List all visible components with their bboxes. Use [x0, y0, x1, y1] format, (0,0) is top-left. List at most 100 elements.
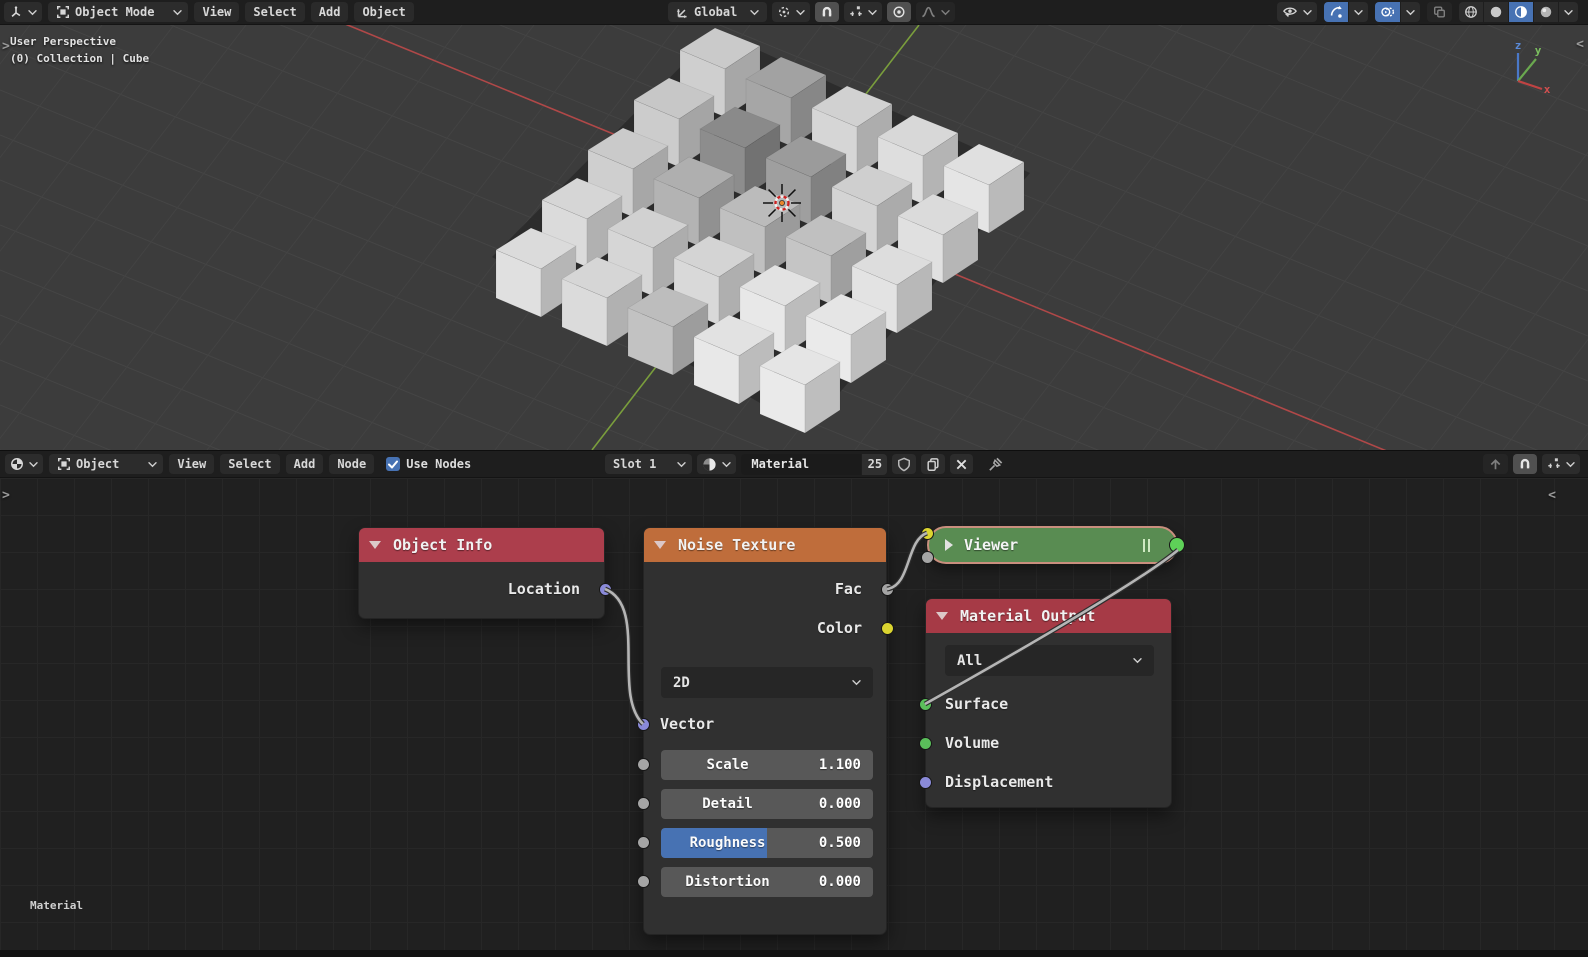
pivot-point-dropdown[interactable]	[772, 2, 811, 22]
y-axis-label: y	[1535, 44, 1542, 57]
copy-icon	[926, 457, 940, 472]
menu-select[interactable]: Select	[220, 454, 280, 474]
orientation-axes-icon	[676, 8, 687, 18]
socket-viewer-output[interactable]	[1169, 537, 1185, 553]
duplicate-material-button[interactable]	[921, 454, 946, 474]
collapse-triangle-icon[interactable]	[369, 541, 381, 549]
gizmos-toggle[interactable]	[1324, 2, 1348, 22]
socket-detail-input[interactable]	[637, 797, 650, 810]
node-material-output-header[interactable]: Material Output	[926, 599, 1171, 633]
socket-scale-input[interactable]	[637, 758, 650, 771]
chevron-down-icon	[677, 461, 687, 467]
node-noise-texture-header[interactable]: Noise Texture	[644, 528, 886, 562]
node-noise-texture[interactable]: Noise Texture Fac Color 2D Vector Scale …	[637, 527, 894, 935]
unlink-material-button[interactable]	[950, 454, 974, 474]
editor-type-button[interactable]	[4, 2, 42, 22]
shading-dropdown[interactable]	[1559, 2, 1578, 22]
overlays-dropdown[interactable]	[1401, 2, 1420, 22]
use-nodes-checkbox[interactable]	[386, 457, 401, 471]
node-material-output[interactable]: Material Output All Surface Volume Displ…	[919, 598, 1172, 808]
proportional-edit-toggle[interactable]	[887, 2, 912, 22]
material-name-field[interactable]: Material	[741, 453, 862, 475]
visibility-dropdown[interactable]	[1277, 2, 1317, 22]
menu-view[interactable]: View	[169, 454, 215, 474]
fake-user-button[interactable]	[892, 454, 917, 474]
menu-add[interactable]: Add	[285, 454, 324, 474]
slot-dropdown[interactable]: Slot 1	[605, 454, 693, 474]
gizmos-dropdown[interactable]	[1349, 2, 1368, 22]
collapse-triangle-icon[interactable]	[936, 612, 948, 620]
socket-viewer-input-2[interactable]	[921, 551, 934, 564]
socket-displacement-input[interactable]	[919, 776, 932, 789]
input-volume-label: Volume	[945, 734, 1000, 752]
snap-toggle[interactable]	[815, 2, 840, 22]
shading-solid-button[interactable]	[1484, 2, 1508, 22]
toolbar-toggle-chevron[interactable]: >	[2, 39, 10, 54]
expand-triangle-icon[interactable]	[945, 539, 953, 551]
output-location-label: Location	[507, 580, 580, 598]
socket-fac-output[interactable]	[881, 583, 894, 596]
sidebar-toggle-chevron[interactable]: <	[1576, 37, 1584, 52]
view-perspective-label: User Perspective	[10, 35, 116, 48]
socket-distortion-input[interactable]	[637, 875, 650, 888]
socket-roughness-input[interactable]	[637, 836, 650, 849]
use-nodes-label: Use Nodes	[406, 457, 472, 471]
transform-orientation-dropdown[interactable]: Global	[668, 2, 768, 22]
axes-gizmo[interactable]: z y x	[1498, 41, 1550, 97]
noise-dimensions-dropdown[interactable]: 2D	[661, 667, 873, 698]
collapse-triangle-icon[interactable]	[654, 541, 666, 549]
socket-viewer-input-1[interactable]	[921, 527, 934, 540]
menu-object[interactable]: Object	[354, 2, 414, 22]
slider-distortion[interactable]: Distortion 0.000	[661, 867, 873, 897]
toolbar-toggle-chevron[interactable]: >	[2, 488, 10, 503]
viewport-3d[interactable]: User Perspective (0) Collection | Cube z…	[0, 25, 1588, 450]
socket-surface-input[interactable]	[919, 698, 932, 711]
menu-select[interactable]: Select	[245, 2, 305, 22]
node-title: Object Info	[393, 536, 493, 554]
overlays-toggle[interactable]	[1375, 2, 1400, 22]
output-color-label: Color	[816, 619, 862, 637]
editor-type-button[interactable]	[5, 454, 43, 474]
viewport-editor-icon	[9, 6, 23, 19]
xray-toggle[interactable]	[1427, 2, 1452, 22]
socket-volume-input[interactable]	[919, 737, 932, 750]
node-title: Material Output	[960, 607, 1096, 625]
proportional-falloff-dropdown[interactable]	[916, 2, 956, 22]
slider-scale[interactable]: Scale 1.100	[661, 750, 873, 780]
node-object-info-header[interactable]: Object Info	[359, 528, 604, 562]
shading-rendered-button[interactable]	[1534, 2, 1558, 22]
chevron-down-icon	[852, 680, 861, 686]
shader-type-dropdown[interactable]: Object	[49, 454, 164, 474]
snap-mode-dropdown[interactable]	[844, 2, 883, 22]
input-surface-label: Surface	[945, 695, 1009, 713]
socket-color-output[interactable]	[881, 622, 894, 635]
mute-bars-icon	[1143, 538, 1150, 552]
node-viewer[interactable]: Viewer	[921, 526, 1185, 564]
socket-vector-input[interactable]	[637, 718, 650, 731]
node-link-outline	[603, 586, 645, 726]
socket-location-output[interactable]	[599, 583, 612, 596]
snap-toggle[interactable]	[1513, 454, 1537, 474]
menu-view[interactable]: View	[194, 2, 240, 22]
slider-detail[interactable]: Detail 0.000	[661, 789, 873, 819]
parent-node-tree-button[interactable]	[1483, 454, 1508, 474]
sidebar-toggle-chevron[interactable]: <	[1548, 488, 1556, 503]
node-editor-canvas[interactable]: Object Info Location Noise Texture Fac C…	[0, 478, 1588, 950]
magnet-icon	[820, 5, 834, 19]
menu-node[interactable]: Node	[329, 454, 375, 474]
mode-dropdown[interactable]: Object Mode	[48, 2, 189, 22]
pin-icon[interactable]	[987, 456, 1004, 473]
shading-material-button[interactable]	[1509, 2, 1533, 22]
output-target-dropdown[interactable]: All	[945, 645, 1154, 676]
shading-wireframe-button[interactable]	[1459, 2, 1483, 22]
browse-material-dropdown[interactable]	[697, 454, 737, 474]
material-users-button[interactable]: 25	[862, 453, 888, 475]
shader-editor-icon	[10, 457, 24, 471]
shader-editor-header-bar: Object View Select Add Node Use Nodes Sl…	[0, 450, 1588, 478]
node-link-outline	[886, 530, 929, 592]
slider-roughness[interactable]: Roughness 0.500	[661, 828, 873, 858]
cursor-3d[interactable]	[763, 184, 801, 222]
menu-add[interactable]: Add	[310, 2, 349, 22]
snap-mode-dropdown[interactable]	[1542, 454, 1580, 474]
node-object-info[interactable]: Object Info Location	[358, 527, 612, 619]
